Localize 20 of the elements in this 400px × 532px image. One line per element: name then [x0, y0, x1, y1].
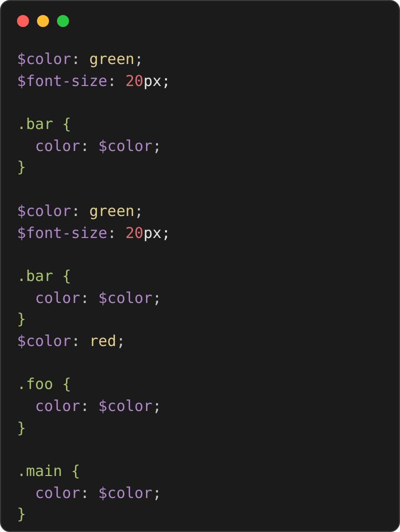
code-line: .bar {: [17, 114, 72, 136]
code-line: color: $color;: [34, 396, 162, 417]
code-line: }: [17, 504, 26, 526]
close-button[interactable]: [17, 15, 29, 27]
code-line: $font-size: 20px;: [17, 70, 171, 92]
code-line: .main {: [17, 461, 80, 482]
code-line: color: $color;: [34, 482, 162, 504]
code-line: $font-size: 20px;: [17, 222, 171, 244]
minimize-button[interactable]: [37, 15, 49, 27]
code-line: color: $color;: [34, 136, 162, 157]
code-line: }: [17, 309, 26, 330]
code-line: .bar {: [17, 266, 72, 287]
code-line: $color: green;: [17, 200, 144, 222]
code-line: $color: green;: [17, 49, 144, 70]
code-line: color: $color;: [34, 288, 162, 309]
zoom-button[interactable]: [57, 15, 69, 27]
code-line: }: [17, 418, 26, 439]
code-line: }: [17, 157, 26, 178]
code-line: .foo {: [17, 374, 72, 396]
code-line: $color: red;: [17, 330, 126, 352]
